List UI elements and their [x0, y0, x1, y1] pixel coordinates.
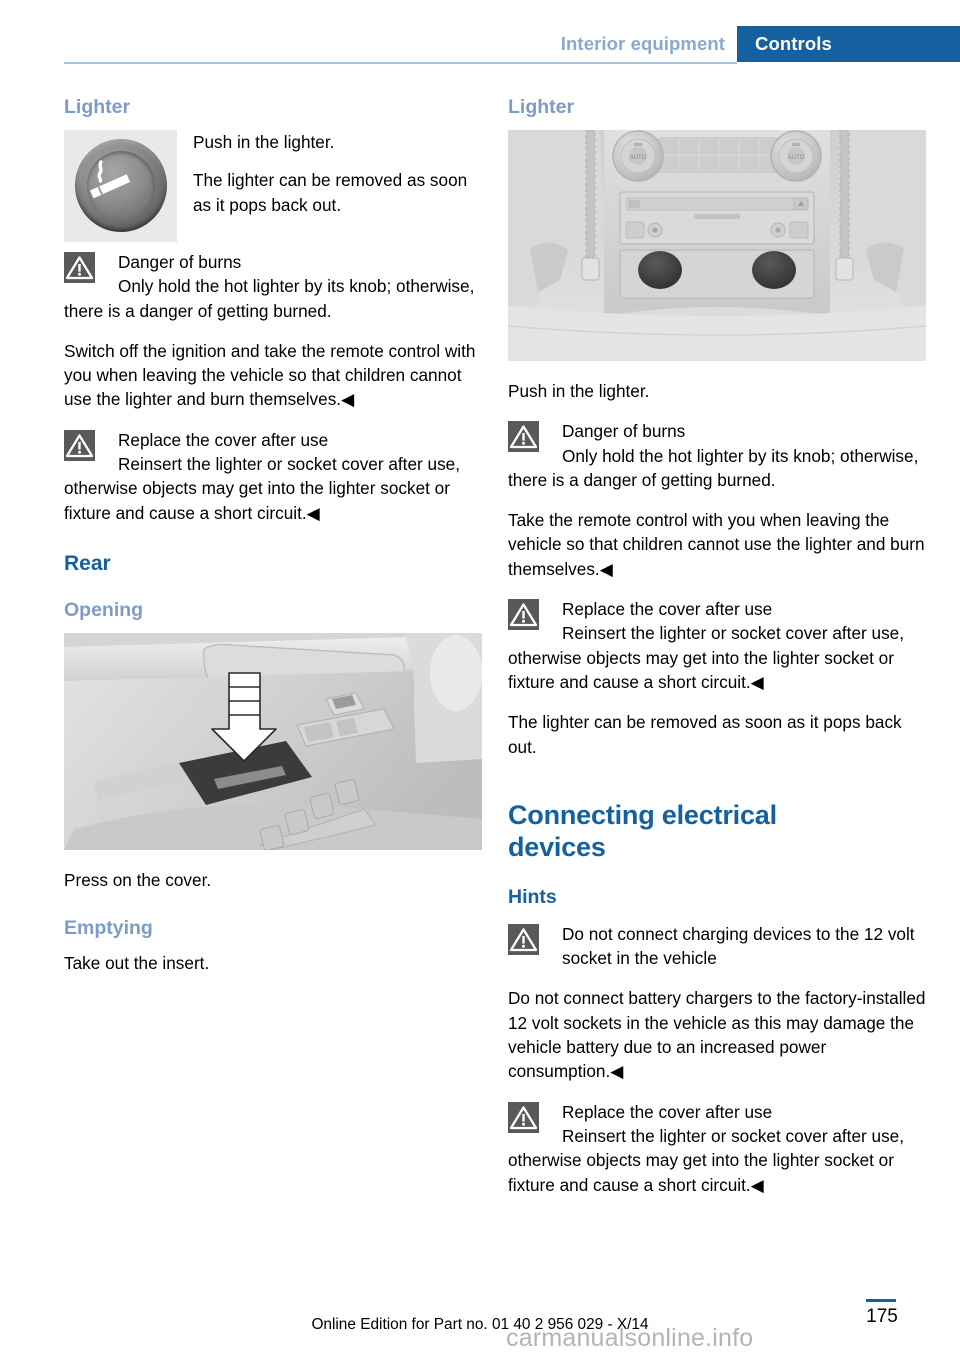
figure-door-panel	[64, 632, 482, 850]
warning-text: Reinsert the lighter or socket cover aft…	[64, 454, 460, 523]
warning-title: Do not connect charging devices to the 1…	[562, 923, 915, 969]
page-number-rule	[866, 1299, 896, 1302]
warning-title: Danger of burns	[118, 252, 242, 272]
figure-lighter-knob	[64, 130, 177, 242]
paragraph-battery-chargers: Do not connect battery chargers to the f…	[508, 988, 926, 1082]
caption-push-lighter-right: Push in the lighter.	[508, 381, 650, 401]
heading-rear: Rear	[64, 551, 111, 575]
heading-emptying: Emptying	[64, 917, 153, 940]
warning-title: Replace the cover after use	[562, 1101, 773, 1122]
rear-console-image: AUTO AUTO	[508, 130, 926, 361]
warning-replace-cover-left: Replace the cover after use Reinsert the…	[64, 428, 482, 525]
warning-triangle-icon	[64, 429, 95, 461]
paragraph-take-remote-control: Take the remote control with you when le…	[508, 510, 925, 579]
svg-text:AUTO: AUTO	[788, 155, 805, 161]
door-panel-image	[64, 632, 482, 850]
site-watermark: carmanualsonline.info	[506, 1324, 754, 1352]
heading-opening: Opening	[64, 598, 144, 621]
warning-triangle-icon	[64, 252, 95, 283]
warning-text: Only hold the hot lighter by its knob; o…	[508, 445, 919, 490]
warning-title: Replace the cover after use	[562, 599, 773, 620]
paragraph-switch-off-ignition: Switch off the ignition and take the rem…	[64, 340, 476, 410]
warning-text: Reinsert the lighter or socket cover aft…	[508, 623, 904, 692]
warning-replace-cover-right: Replace the cover after use Reinsert the…	[508, 597, 926, 694]
warning-do-not-connect-charging-devices: Do not connect charging devices to the 1…	[508, 922, 926, 971]
warning-danger-of-burns: Danger of burns Only hold the hot lighte…	[64, 250, 482, 323]
header-divider	[64, 62, 737, 64]
warning-triangle-icon	[508, 923, 539, 955]
page-footer: 175 Online Edition for Part no. 01 40 2 …	[0, 1299, 960, 1362]
left-column: Lighter Push in the lighter. The lighter…	[64, 95, 482, 992]
figure-rear-console: AUTO AUTO	[508, 130, 926, 361]
warning-danger-of-burns-right: Danger of burns Only hold the hot lighte…	[508, 419, 926, 492]
heading-lighter-right: Lighter	[508, 96, 575, 118]
header-section-label: Controls	[755, 33, 832, 54]
paragraph-lighter-pops-back: The lighter can be removed as soon as it…	[508, 712, 902, 757]
svg-text:AUTO: AUTO	[630, 155, 647, 161]
footer-edition-text: Online Edition for Part no. 01 40 2 956 …	[311, 1316, 649, 1333]
warning-title: Danger of burns	[562, 421, 686, 442]
warning-title: Replace the cover after use	[118, 429, 329, 450]
caption-press-on-cover: Press on the cover.	[64, 869, 212, 890]
heading-hints: Hints	[508, 885, 557, 908]
heading-lighter-left: Lighter	[64, 96, 131, 118]
warning-text: Reinsert the lighter or socket cover aft…	[508, 1125, 904, 1195]
warning-triangle-icon	[508, 599, 539, 631]
caption-take-out-insert: Take out the insert.	[64, 953, 210, 974]
warning-triangle-icon	[508, 1101, 539, 1133]
right-column: Lighter AUTO AUTO Push in the lighter. D…	[508, 95, 926, 1213]
heading-connecting-electrical-devices: Connecting electrical devices	[508, 799, 777, 862]
cigarette-icon	[90, 160, 131, 199]
header-chapter-label: Interior equipment	[560, 33, 725, 54]
running-header: Interior equipment Controls	[0, 0, 960, 64]
warning-replace-cover-bottom: Replace the cover after use Reinsert the…	[508, 1100, 926, 1197]
warning-triangle-icon	[508, 421, 539, 453]
warning-text: Only hold the hot lighter by its knob; o…	[64, 276, 475, 321]
header-section-banner: Controls	[737, 26, 960, 62]
